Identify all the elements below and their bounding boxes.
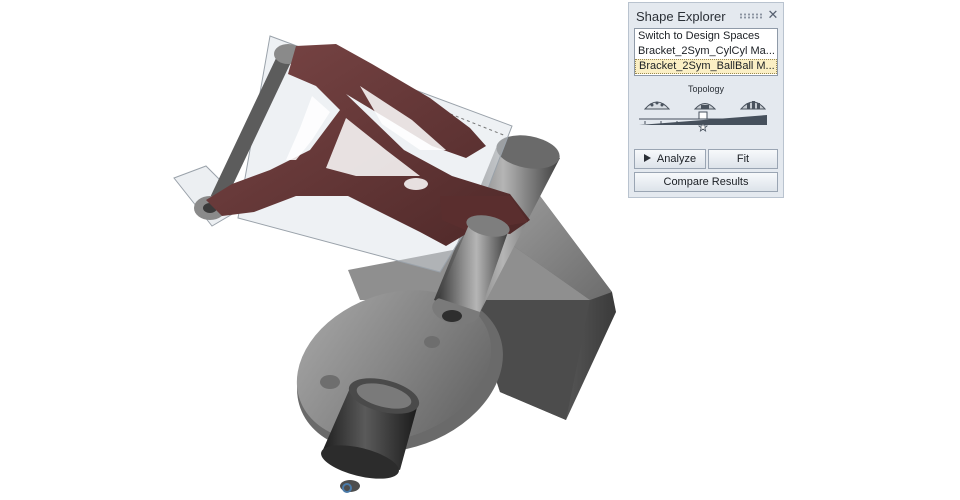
drag-grip-icon[interactable] [739, 13, 763, 19]
compare-results-label: Compare Results [663, 176, 749, 188]
shape-explorer-panel: Shape Explorer ✕ Switch to Design Spaces… [628, 2, 784, 198]
analyze-button-label: Analyze [656, 153, 697, 165]
panel-title: Shape Explorer [636, 9, 726, 24]
topology-slider[interactable] [639, 95, 771, 135]
list-item-cylcyl[interactable]: Bracket_2Sym_CylCyl Ma... [635, 44, 777, 59]
topology-mid-icon [693, 103, 717, 110]
topology-label: Topology [687, 84, 725, 94]
panel-header[interactable]: Shape Explorer ✕ [629, 3, 783, 29]
list-item-switch-design-spaces[interactable]: Switch to Design Spaces [635, 29, 777, 44]
model-viewport[interactable] [0, 0, 960, 500]
play-icon [643, 154, 651, 163]
design-space-list[interactable]: Switch to Design Spaces Bracket_2Sym_Cyl… [634, 28, 778, 76]
analyze-button[interactable]: Analyze [634, 149, 706, 169]
topology-high-icon [739, 101, 767, 110]
fit-button-label: Fit [736, 153, 750, 165]
list-item-ballball[interactable]: Bracket_2Sym_BallBall M... [635, 59, 777, 74]
compare-results-button[interactable]: Compare Results [634, 172, 778, 192]
topology-low-icon [643, 101, 671, 110]
close-icon[interactable]: ✕ [766, 7, 780, 23]
fit-button[interactable]: Fit [708, 149, 778, 169]
